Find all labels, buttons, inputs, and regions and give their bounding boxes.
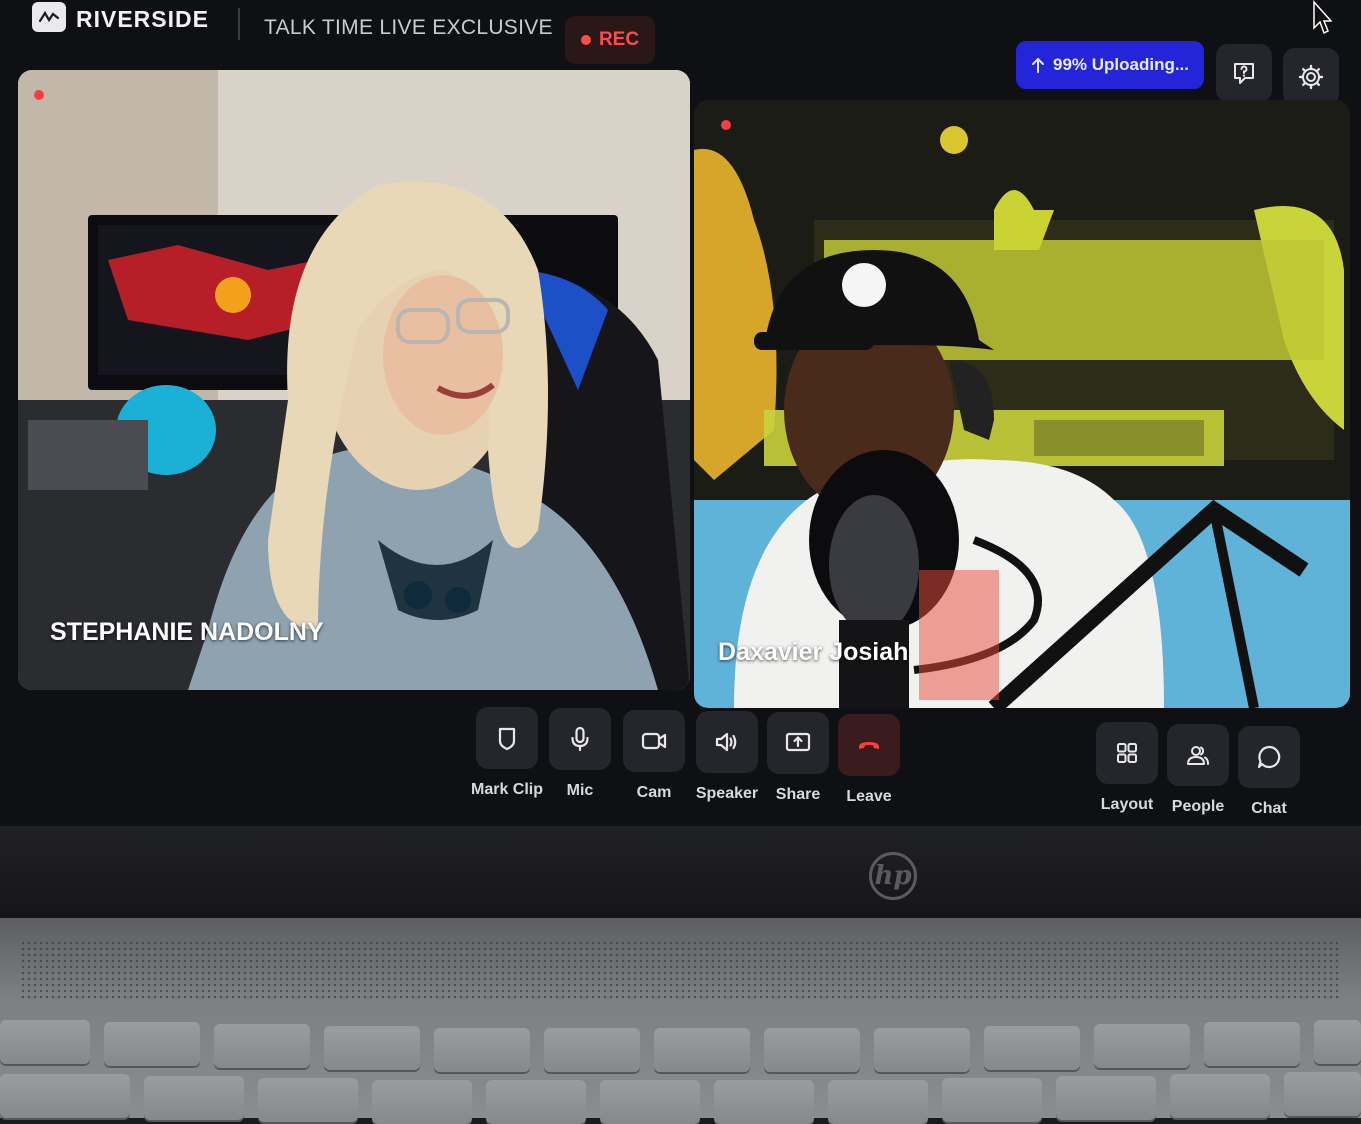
brand-name: RIVERSIDE [76, 6, 209, 32]
share-screen-icon [785, 732, 811, 752]
keyboard-key [984, 1026, 1080, 1070]
help-chat-icon [1234, 63, 1254, 84]
riverside-logo-icon [32, 2, 66, 32]
speaker-grille [20, 940, 1340, 1000]
people-button[interactable] [1167, 724, 1229, 786]
keyboard-key [828, 1080, 928, 1124]
mouse-cursor-icon [1313, 0, 1332, 35]
settings-button[interactable] [1283, 48, 1339, 106]
chat-bubble-icon [1257, 745, 1281, 769]
keyboard-key [1170, 1074, 1270, 1118]
people-label: People [1171, 798, 1225, 815]
participant-video-tile[interactable]: Daxavier Josiah [694, 100, 1350, 708]
share-control[interactable]: Share [765, 712, 831, 804]
video-camera-icon [641, 732, 667, 750]
recording-dot-icon [721, 120, 731, 130]
keyboard-key [434, 1028, 530, 1072]
cam-button[interactable] [623, 710, 685, 772]
hang-up-phone-icon [859, 742, 879, 749]
header-divider [238, 8, 240, 40]
keyboard-key [600, 1080, 700, 1124]
keyboard-key [324, 1026, 420, 1070]
keyboard-key [214, 1024, 310, 1068]
keyboard-key [1056, 1076, 1156, 1120]
layout-control[interactable]: Layout [1094, 722, 1160, 814]
keyboard-key [654, 1028, 750, 1072]
keyboard-key [764, 1028, 860, 1072]
gear-icon [1298, 64, 1324, 90]
keyboard-key [1094, 1024, 1190, 1068]
rec-label: REC [598, 29, 640, 50]
recording-dot-icon [34, 90, 44, 100]
cam-label: Cam [636, 784, 672, 801]
layout-label: Layout [1100, 796, 1154, 813]
keyboard-key [874, 1028, 970, 1072]
keyboard-key [0, 1020, 90, 1064]
mic-button[interactable] [549, 708, 611, 770]
keyboard-key [544, 1028, 640, 1072]
speaker-button[interactable] [696, 711, 758, 773]
upload-status-label: 99% Uploading... [1052, 55, 1190, 74]
keyboard-key [1314, 1020, 1361, 1064]
rec-dot-icon [580, 35, 591, 45]
keyboard-key [486, 1080, 586, 1124]
session-title: TALK TIME LIVE EXCLUSIVE [264, 16, 553, 39]
cam-control[interactable]: Cam [621, 710, 687, 802]
shield-bookmark-icon [498, 727, 516, 751]
mark-clip-button[interactable] [476, 707, 538, 769]
leave-button[interactable] [838, 714, 900, 776]
participant-video-feed [694, 100, 1350, 708]
keyboard-key [714, 1080, 814, 1124]
mic-label: Mic [566, 782, 594, 799]
keyboard-key [1284, 1072, 1361, 1116]
mic-control[interactable]: Mic [547, 708, 613, 800]
leave-control[interactable]: Leave [836, 714, 902, 806]
upload-status-button[interactable]: 99% Uploading... [1016, 41, 1204, 89]
mark-clip-control[interactable]: Mark Clip [471, 707, 544, 799]
keyboard-key [942, 1078, 1042, 1122]
keyboard-key [104, 1022, 200, 1066]
keyboard-key [144, 1076, 244, 1120]
participant-name: Daxavier Josiah [718, 638, 909, 666]
hp-logo-icon: hp [869, 852, 917, 900]
keyboard-key [1204, 1022, 1300, 1066]
top-bar: RIVERSIDE TALK TIME LIVE EXCLUSIVE REC 9… [0, 0, 1361, 106]
mark-clip-label: Mark Clip [471, 781, 544, 798]
laptop-bezel [0, 826, 1361, 920]
share-label: Share [775, 786, 821, 803]
speaker-volume-icon [715, 732, 737, 752]
keyboard-key [0, 1074, 130, 1118]
people-icon [1187, 746, 1209, 765]
keyboard-key [372, 1080, 472, 1124]
laptop-screen: RIVERSIDE TALK TIME LIVE EXCLUSIVE REC 9… [0, 0, 1361, 830]
participant-name: STEPHANIE NADOLNY [50, 618, 324, 646]
help-button[interactable] [1216, 44, 1272, 102]
microphone-icon [571, 726, 589, 752]
share-button[interactable] [767, 712, 829, 774]
rec-indicator: REC [565, 16, 655, 64]
people-control[interactable]: People [1165, 724, 1231, 816]
participant-video-feed [18, 70, 690, 690]
chat-control[interactable]: Chat [1236, 726, 1302, 818]
leave-label: Leave [846, 788, 892, 805]
chat-label: Chat [1251, 800, 1287, 817]
speaker-label: Speaker [695, 785, 759, 802]
speaker-control[interactable]: Speaker [694, 711, 760, 803]
chat-button[interactable] [1238, 726, 1300, 788]
participant-video-tile[interactable]: STEPHANIE NADOLNY [18, 70, 690, 690]
arrow-up-icon [1031, 57, 1044, 73]
grid-layout-icon [1117, 743, 1137, 763]
layout-button[interactable] [1096, 722, 1158, 784]
keyboard-key [258, 1078, 358, 1122]
